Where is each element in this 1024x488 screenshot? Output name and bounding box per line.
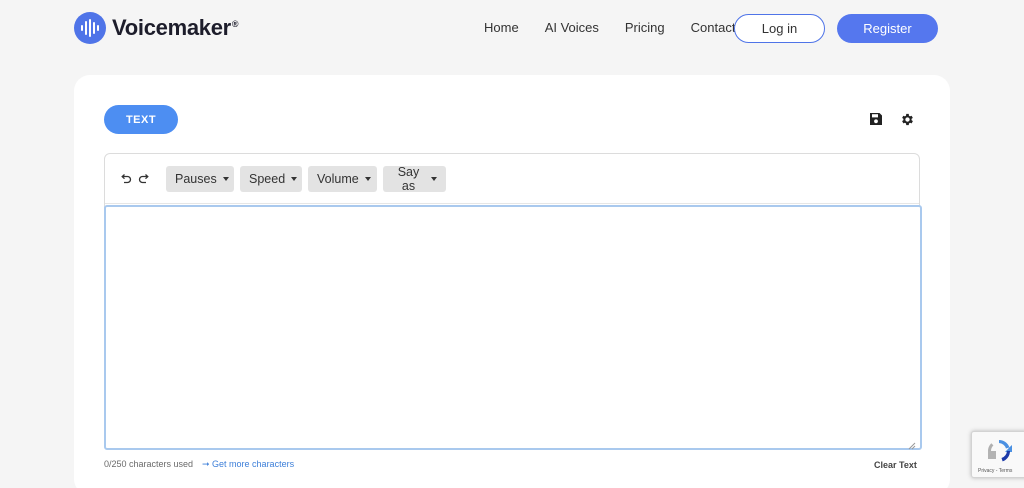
character-counter: 0/250 characters used xyxy=(104,459,194,469)
recaptcha-footer[interactable]: Privacy - Terms xyxy=(978,468,1012,474)
sound-wave-icon xyxy=(74,12,106,44)
editor-toolbar: Pauses Speed Volume Say as xyxy=(105,154,919,204)
chevron-down-icon xyxy=(431,177,437,181)
recaptcha-icon xyxy=(985,437,1013,465)
nav-home[interactable]: Home xyxy=(484,20,519,36)
get-more-characters-link[interactable]: ➞ Get more characters xyxy=(202,459,294,470)
nav-pricing[interactable]: Pricing xyxy=(625,20,665,36)
pauses-label: Pauses xyxy=(175,172,217,186)
chevron-down-icon xyxy=(364,177,371,181)
text-editor: Pauses Speed Volume Say as xyxy=(104,153,922,450)
main-nav: Home AI Voices Pricing Contact xyxy=(484,20,761,36)
redo-icon[interactable] xyxy=(137,172,151,186)
volume-dropdown[interactable]: Volume xyxy=(308,166,377,192)
brand-name: Voicemaker® xyxy=(112,15,239,40)
nav-ai-voices[interactable]: AI Voices xyxy=(545,20,599,36)
brand-reg-mark: ® xyxy=(231,18,239,29)
text-input[interactable] xyxy=(104,205,922,450)
say-as-dropdown[interactable]: Say as xyxy=(383,165,446,193)
register-button[interactable]: Register xyxy=(837,14,938,43)
clear-text-button[interactable]: Clear Text xyxy=(874,460,917,470)
recaptcha-badge[interactable]: Privacy - Terms xyxy=(971,431,1024,478)
say-as-label: Say as xyxy=(397,165,420,193)
resize-handle-icon[interactable] xyxy=(908,437,916,450)
text-mode-button[interactable]: TEXT xyxy=(104,105,178,134)
login-button[interactable]: Log in xyxy=(734,14,825,43)
volume-label: Volume xyxy=(317,172,359,186)
pauses-dropdown[interactable]: Pauses xyxy=(166,166,234,192)
brand-logo[interactable]: Voicemaker® xyxy=(74,12,239,44)
speed-label: Speed xyxy=(249,172,286,186)
nav-contact[interactable]: Contact xyxy=(691,20,736,36)
editor-card: TEXT Pauses Speed Volume Say as 0/250 ch… xyxy=(74,75,950,488)
save-icon[interactable] xyxy=(868,111,884,127)
site-header: Voicemaker® Home AI Voices Pricing Conta… xyxy=(0,0,1024,60)
chevron-down-icon xyxy=(222,177,229,181)
undo-icon[interactable] xyxy=(119,172,133,186)
speed-dropdown[interactable]: Speed xyxy=(240,166,302,192)
gear-icon[interactable] xyxy=(899,111,915,127)
chevron-down-icon xyxy=(291,177,298,181)
